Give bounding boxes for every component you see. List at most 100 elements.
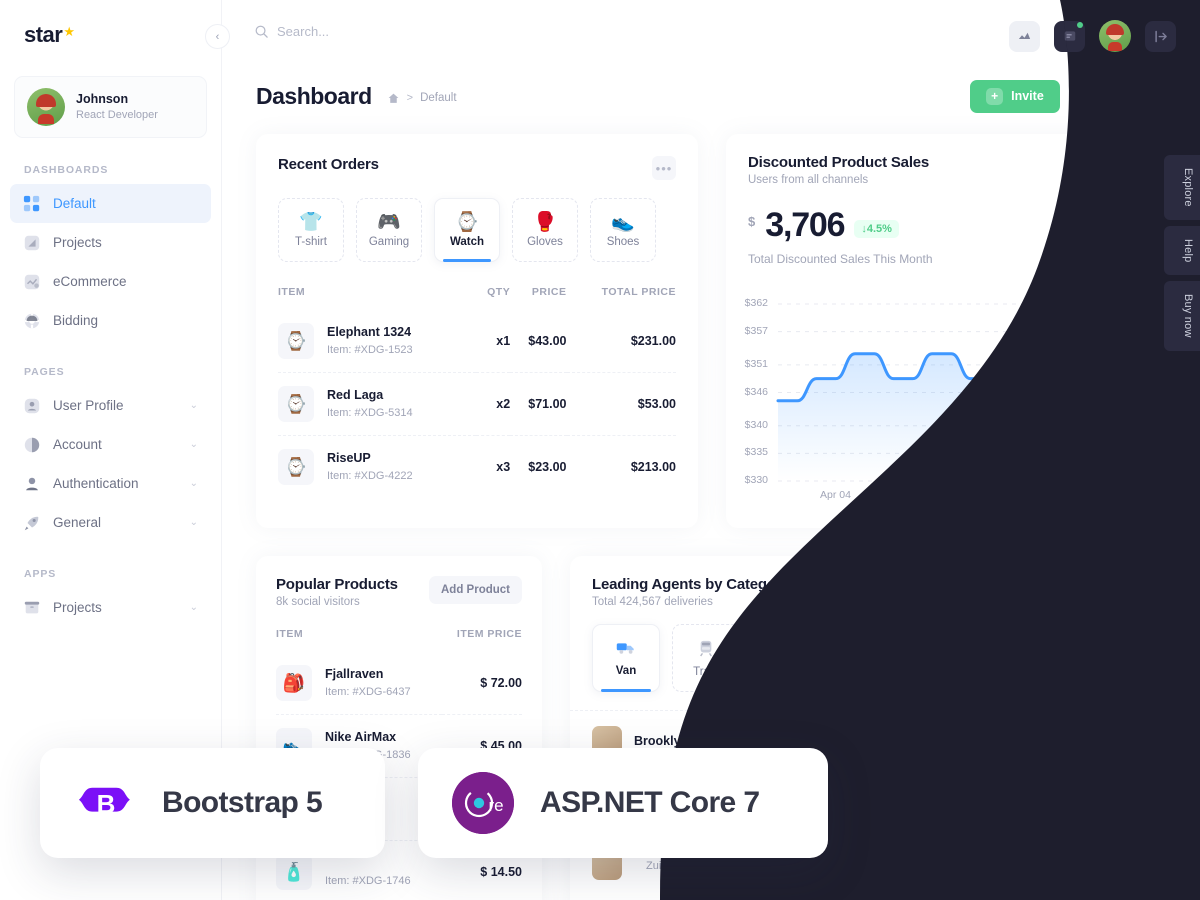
notes-icon-button[interactable] (1054, 20, 1085, 52)
y-axis-tick: $346 (744, 385, 768, 398)
deliveries-label: Deliveries (812, 867, 861, 880)
activity-icon-button[interactable] (1009, 20, 1040, 52)
agent-tab-drone[interactable]: Drone (752, 624, 820, 692)
agent-tab-van[interactable]: Van (592, 624, 660, 692)
sidebar-item-ecommerce[interactable]: eCommerce (10, 262, 211, 301)
invite-button[interactable]: + Invite (970, 79, 1060, 113)
home-icon[interactable] (387, 92, 400, 105)
sidebar-collapse-button[interactable]: ‹ (205, 24, 230, 49)
bootstrap-logo-icon: B (76, 773, 136, 833)
sidebar-item-label: eCommerce (53, 274, 127, 289)
product-sku: Item: #XDG-5314 (327, 406, 413, 419)
aspnet-promo-card[interactable]: re ASP.NET Core 7 (418, 748, 828, 858)
category-tab-gloves[interactable]: 🥊 Gloves (512, 198, 578, 262)
product-thumbnail: ⌚ (278, 323, 314, 359)
grid-icon (23, 195, 41, 213)
category-tab-gaming[interactable]: 🎮 Gaming (356, 198, 422, 262)
list-item[interactable]: 🎒 Fjallraven Item: #XDG-6437 $ 72.00 (276, 652, 522, 715)
column-header: QTY (487, 286, 511, 298)
earnings-value: $2,737 (922, 849, 961, 864)
product-name: RiseUP (327, 451, 371, 466)
chevron-down-icon[interactable]: ⌄ (190, 602, 198, 613)
ellipsis-icon: ••• (1125, 158, 1143, 174)
sidebar-item-projects[interactable]: Projects ⌄ (10, 588, 211, 627)
sidebar-item-bidding[interactable]: Bidding (10, 301, 211, 340)
chevron-down-icon[interactable]: ⌄ (190, 400, 198, 411)
product-cell: ⌚ RiseUP Item: #XDG-4222 (278, 435, 477, 498)
chevron-down-icon[interactable]: ⌄ (190, 517, 198, 528)
row-arrow-button[interactable]: → (1120, 852, 1146, 879)
sidebar-item-user-profile[interactable]: User Profile ⌄ (10, 386, 211, 425)
arrow-right-icon: → (1127, 734, 1139, 749)
sidebar-item-account[interactable]: Account ⌄ (10, 425, 211, 464)
table-row[interactable]: ⌚ Elephant 1324 Item: #XDG-1523 x1 $43.0… (278, 310, 676, 373)
sidebar-item-projects[interactable]: Projects (10, 223, 211, 262)
svg-text:re: re (488, 796, 503, 815)
sidebar-item-authentication[interactable]: Authentication ⌄ (10, 464, 211, 503)
sidebar-user-card[interactable]: Johnson React Developer (14, 76, 207, 138)
layers-icon (23, 234, 41, 252)
chevron-down-icon[interactable]: ⌄ (190, 478, 198, 489)
agent-name: Brooklyn Simmons (634, 734, 748, 749)
header-actions: + Invite Create App (970, 79, 1168, 113)
y-axis-tick: $362 (744, 297, 768, 309)
agent-tab-label: Train (693, 665, 719, 678)
qty-cell: x2 (476, 372, 511, 436)
search-placeholder: Search... (277, 24, 330, 39)
plus-icon: + (986, 87, 1004, 105)
box-icon (23, 599, 41, 617)
logout-icon-button[interactable] (1145, 20, 1176, 52)
earnings-value: $174,074 (922, 787, 975, 802)
watch-icon: ⌚ (455, 211, 479, 233)
row-arrow-button[interactable]: → (1120, 728, 1146, 755)
create-app-button[interactable]: Create App (1069, 79, 1168, 113)
row-arrow-button[interactable]: → (1120, 790, 1146, 817)
popular-products-title: Popular Products (276, 576, 398, 593)
deliveries-value: 357 (812, 849, 833, 864)
table-row[interactable]: ⌚ RiseUP Item: #XDG-4222 x3 $23.00 $213.… (278, 435, 676, 498)
bootstrap-promo-card[interactable]: B Bootstrap 5 (40, 748, 385, 858)
avatar[interactable] (1099, 20, 1131, 52)
product-name: Elephant 1324 (327, 325, 412, 340)
table-row[interactable]: ⌚ Red Laga Item: #XDG-5314 x2 $71.00 $53… (278, 372, 676, 436)
breadcrumb-current: Default (420, 92, 457, 104)
logout-icon (1155, 30, 1167, 42)
sidebar-item-default[interactable]: Default (10, 184, 211, 223)
add-product-button[interactable]: Add Product (429, 576, 522, 604)
topbar-icon-group (1009, 20, 1176, 52)
chevron-down-icon[interactable]: ⌄ (190, 439, 198, 450)
category-tab-watch[interactable]: ⌚ Watch (434, 198, 500, 262)
product-cell: ⌚ Red Laga Item: #XDG-5314 (278, 372, 477, 436)
ellipsis-icon: ••• (655, 160, 673, 176)
recent-orders-menu-button[interactable]: ••• (652, 156, 676, 180)
category-tab-t-shirt[interactable]: 👕 T-shirt (278, 198, 344, 262)
product-name: Fjallraven (325, 667, 384, 682)
product-sku: Item: #XDG-6437 (325, 685, 411, 698)
price-cell: $23.00 (510, 435, 567, 498)
category-tab-shoes[interactable]: 👟 Shoes (590, 198, 656, 262)
side-tab-explore[interactable]: Explore (1164, 155, 1200, 220)
y-axis-tick: $351 (744, 357, 768, 370)
sidebar-section-title: DASHBOARDS (24, 164, 109, 176)
bid-icon (23, 312, 41, 330)
category-tab-label: Gloves (527, 235, 563, 248)
agent-tab-label: Drone (770, 665, 802, 678)
side-tab-help[interactable]: Help (1164, 225, 1200, 276)
agents-add-product-button[interactable]: Add Product (1053, 576, 1146, 604)
search-input[interactable]: Search... (254, 24, 329, 39)
discounted-sales-subtitle: Users from all channels (748, 174, 869, 186)
sidebar-user-role: React Developer (76, 109, 158, 122)
sidebar-nav: DASHBOARDS Default Projects eCommerce Biddin… (0, 138, 221, 627)
brand-logo[interactable]: star ★ (0, 0, 221, 48)
sidebar-item-general[interactable]: General ⌄ (10, 503, 211, 542)
recent-orders-card: Recent Orders ••• 👕 T-shirt 🎮 Gaming ⌚ Watch 🥊… (256, 134, 698, 528)
table-header-row: ITEM QTY PRICE TOTAL PRICE (278, 286, 676, 310)
discounted-sales-title: Discounted Product Sales (748, 154, 930, 171)
topbar: ‹ Search... (205, 0, 1200, 70)
sidebar-section-title: APPS (24, 568, 57, 580)
agent-tab-train[interactable]: Train (672, 624, 740, 692)
product-name: Red Laga (327, 388, 384, 403)
discounted-sales-menu-button[interactable]: ••• (1122, 154, 1146, 178)
y-axis-tick: $335 (744, 446, 768, 459)
side-tab-buy-now[interactable]: Buy now (1164, 281, 1200, 351)
